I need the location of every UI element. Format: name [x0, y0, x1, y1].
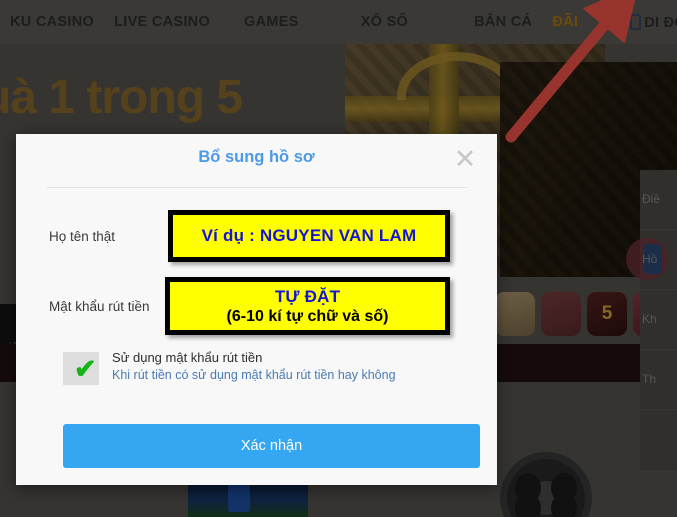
screenshot-root: uà 1 trong 5 giả 5	[0, 0, 677, 517]
real-name-highlight-text: Ví dụ : NGUYEN VAN LAM	[201, 226, 417, 245]
use-withdraw-password-hint: Khi rút tiền có sử dụng mật khẩu rút tiề…	[112, 368, 396, 382]
withdraw-password-label: Mật khẩu rút tiền	[49, 298, 150, 314]
withdraw-password-highlight-box: TỰ ĐẶT (6-10 kí tự chữ và số)	[165, 277, 450, 335]
form-row-real-name: Họ tên thật Ví dụ : NGUYEN VAN LAM	[16, 205, 497, 267]
withdraw-password-highlight-hint: (6-10 kí tự chữ và số)	[226, 307, 389, 325]
header-divider	[46, 187, 467, 188]
page-title: Bổ sung hồ sơ	[198, 148, 315, 166]
profile-completion-modal: Bổ sung hồ sơ ✕ Họ tên thật Ví dụ : NGUY…	[16, 134, 497, 485]
form-row-withdraw-password: Mật khẩu rút tiền TỰ ĐẶT (6-10 kí tự chữ…	[16, 275, 497, 337]
use-withdraw-password-label: Sử dụng mật khẩu rút tiền	[112, 350, 263, 365]
confirm-button[interactable]: Xác nhận	[63, 424, 480, 468]
real-name-highlight-box: Ví dụ : NGUYEN VAN LAM	[168, 210, 450, 262]
checkmark-icon: ✔	[74, 354, 97, 384]
use-withdraw-password-row[interactable]: ✔ Sử dụng mật khẩu rút tiền Khi rút tiền…	[16, 347, 497, 393]
modal-header: Bổ sung hồ sơ ✕	[16, 134, 497, 188]
withdraw-password-highlight-text: TỰ ĐẶT	[274, 286, 341, 306]
close-icon[interactable]: ✕	[451, 146, 479, 174]
real-name-label: Họ tên thật	[49, 228, 116, 244]
